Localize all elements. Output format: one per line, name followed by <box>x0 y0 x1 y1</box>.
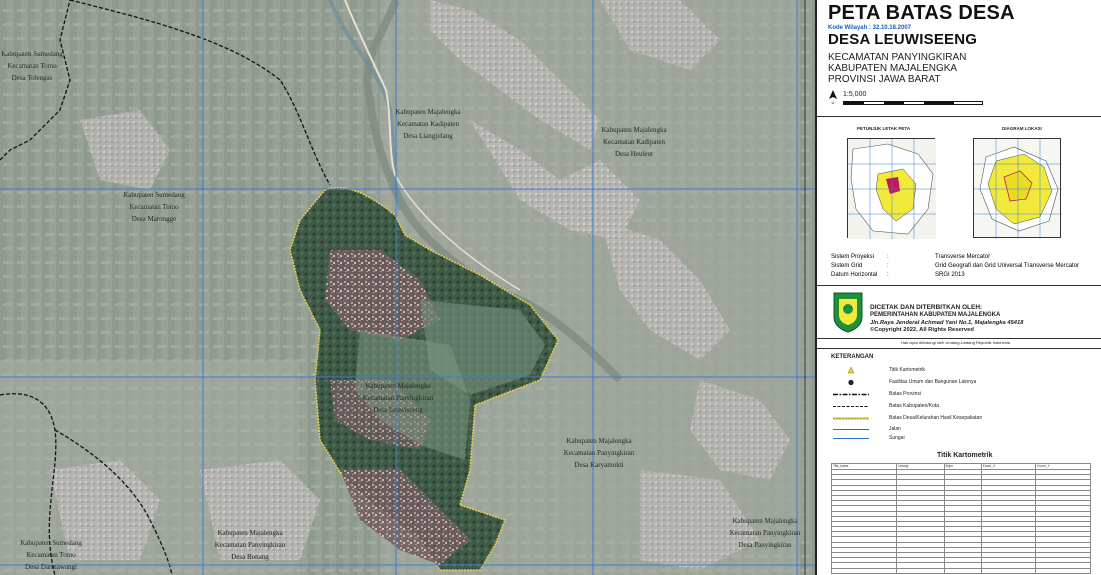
table-row <box>831 567 1091 574</box>
legend-item: Jalan <box>831 425 1091 434</box>
provinsi-name: PROVINSI JAWA BARAT <box>828 74 941 85</box>
map-label-karyamukti: Kabupaten Majalengka Kecamatan Panyingkir… <box>563 437 635 469</box>
map-title: PETA BATAS DESA <box>828 2 1015 24</box>
legend-title: KETERANGAN <box>831 354 874 360</box>
tk-title: Titik Kartometrik <box>937 452 993 459</box>
table-cell <box>980 567 1037 574</box>
svg-text:U: U <box>832 100 835 104</box>
map-label-darmawangi: Kabupaten Sumedang Kecamatan Tomo Desa Dar… <box>20 539 82 571</box>
province-line-icon <box>833 393 869 396</box>
legend-panel: PETA BATAS DESA Kode Wilayah : 32.10.18.… <box>815 0 1101 575</box>
river-line-icon <box>833 438 869 439</box>
kecamatan-name: KECAMATAN PANYINGKIRAN <box>828 52 967 63</box>
village-line-icon <box>833 417 869 420</box>
info-row: Sistem Grid : Grid Geografi dan Grid Uni… <box>831 263 1080 269</box>
district-line-icon <box>833 405 869 408</box>
map-label-heuleut: Kabupaten Majalengka Kecamatan Kadipaten D… <box>601 126 667 158</box>
copyright-note: Hak cipta dilindungi oleh Undang-Undang … <box>901 340 1010 345</box>
inset-right-title: DIAGRAM LOKASI <box>1002 126 1042 131</box>
table-cell <box>1035 567 1091 574</box>
map-canvas <box>0 0 815 575</box>
scale-bar <box>843 101 983 105</box>
dot-icon <box>848 379 854 386</box>
map-label-liangjulang: Kabupaten Majalengka Kecamatan Kadipaten D… <box>395 108 461 140</box>
copyright: ©Copyright 2022, All Rights Reserved <box>870 327 974 333</box>
legend-item: Sungai <box>831 434 1091 443</box>
map-label-leuwiseeng: Kabupaten Majalengka Kecamatan Panyingkir… <box>362 382 434 414</box>
map-sheet: Kabupaten Sumedang Kecamatan Tomo Desa Tol… <box>0 0 1101 575</box>
kabupaten-name: KABUPATEN MAJALENGKA <box>828 63 958 74</box>
kartometrik-table: Titik_batas Lintang Bujur Koord_X Koord_… <box>831 463 1091 574</box>
majalengka-emblem-icon <box>831 291 865 333</box>
inset-location-map[interactable] <box>847 138 936 239</box>
legend-item: Batas Desa/Kelurahan Hasil Kesepakatan <box>831 414 1091 423</box>
legend-item: Batas Kabupaten/Kota <box>831 402 1091 411</box>
table-cell <box>831 567 897 574</box>
map-label-panyingkiran: Kabupaten Majalengka Kecamatan Panyingkir… <box>729 517 801 549</box>
legend-item: Titik Kartometrik <box>831 366 1091 375</box>
publisher-address: Jln.Raya Jenderal Achmad Yani No.1, Maja… <box>870 320 1024 326</box>
inset-diagram-map[interactable] <box>973 138 1062 239</box>
map-label-bonang: Kabupaten Majalengka Kecamatan Panyingkir… <box>214 529 286 561</box>
map-label-marongge: Kabupaten Sumedang Kecamatan Tomo Desa Mar… <box>123 191 185 223</box>
inset-left-title: PETUNJUK LETAK PETA <box>857 126 911 131</box>
north-arrow-icon: U <box>828 90 838 105</box>
scale-text: 1:5,000 <box>843 91 867 98</box>
map-info: Sistem Proyeksi : Transverse Mercator Si… <box>831 254 1096 281</box>
road-line-icon <box>833 429 869 430</box>
legend-item: Batas Provinsi <box>831 390 1091 399</box>
publisher-name: PEMERINTAHAN KABUPATEN MAJALENGKA <box>870 312 1001 318</box>
info-row: Sistem Proyeksi : Transverse Mercator <box>831 254 991 260</box>
table-cell <box>943 567 982 574</box>
table-cell <box>895 567 945 574</box>
publisher-heading: DICETAK DAN DITERBITKAN OLEH: <box>870 304 983 311</box>
legend-item: Fasilitas Umum dan Bangunan Lainnya <box>831 378 1091 387</box>
triangle-icon <box>847 366 855 374</box>
village-title: DESA LEUWISEENG <box>828 31 978 48</box>
info-row: Datum Horizontal : SRGI 2013 <box>831 272 965 278</box>
map-label-tolengas: Kabupaten Sumedang Kecamatan Tomo Desa Tol… <box>1 50 63 82</box>
map-view[interactable]: Kabupaten Sumedang Kecamatan Tomo Desa Tol… <box>0 0 815 575</box>
